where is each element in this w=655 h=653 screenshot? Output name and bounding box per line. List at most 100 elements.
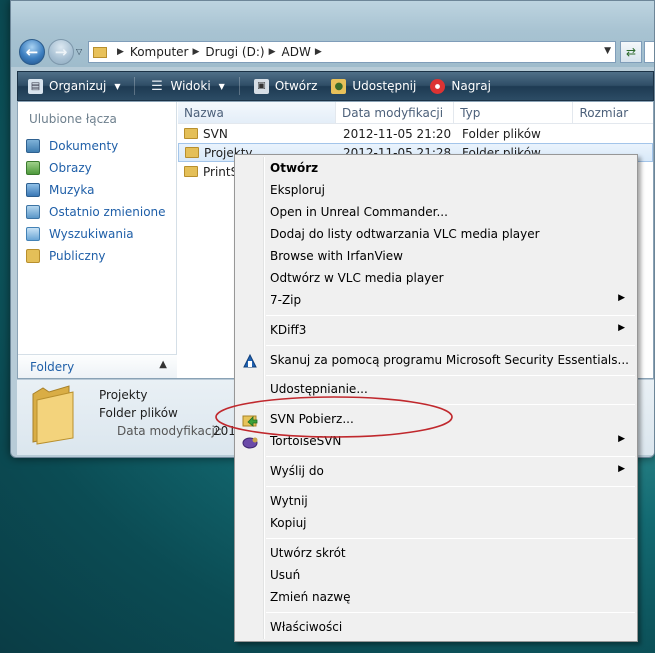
sidebar-item-label: Ostatnio zmienione (49, 205, 166, 219)
menu-item-label: Kopiuj (270, 516, 307, 530)
menu-item-kdiff3[interactable]: KDiff3 ▶ (237, 320, 635, 341)
details-item-type: Folder plików (99, 406, 178, 420)
menu-item-label: Skanuj za pomocą programu Microsoft Secu… (270, 353, 629, 367)
forward-button[interactable]: → (48, 39, 74, 65)
open-button[interactable]: ▣ Otwórz (253, 78, 317, 94)
address-bar[interactable]: ▶ Komputer ▶ Drugi (D:) ▶ ADW ▶ ▼ (88, 41, 616, 63)
chevron-down-icon: ▼ (114, 81, 121, 91)
breadcrumb-arrow-icon[interactable]: ▶ (315, 47, 322, 57)
large-folder-icon (32, 385, 74, 445)
views-label: Widoki (170, 79, 211, 93)
menu-item-cut[interactable]: Wytnij (237, 491, 635, 512)
menu-item-delete[interactable]: Usuń (237, 565, 635, 586)
views-icon: ☰ (151, 78, 163, 94)
sidebar-item-documents[interactable]: Dokumenty (26, 135, 166, 157)
table-row[interactable]: SVN 2012-11-05 21:20 Folder plików (178, 124, 653, 143)
submenu-arrow-icon: ▶ (618, 293, 625, 303)
recent-icon (26, 205, 40, 219)
sidebar-item-label: Wyszukiwania (49, 227, 134, 241)
submenu-arrow-icon: ▶ (618, 464, 625, 474)
menu-item-label: Utwórz skrót (270, 546, 346, 560)
favorite-links-list: Dokumenty Obrazy Muzyka Ostatnio zmienio… (26, 135, 166, 267)
sidebar-item-searches[interactable]: Wyszukiwania (26, 223, 166, 245)
file-name: PrintS (203, 164, 239, 179)
breadcrumb-arrow-icon[interactable]: ▶ (269, 47, 276, 57)
refresh-icon: ⇄ (625, 45, 637, 59)
sidebar-item-label: Obrazy (49, 161, 92, 175)
back-button[interactable]: ← (19, 39, 45, 65)
searches-icon (26, 227, 40, 241)
chevron-down-icon: ▼ (218, 81, 225, 91)
menu-item-send-to[interactable]: Wyślij do ▶ (237, 461, 635, 482)
annotation-ellipse (215, 396, 453, 438)
share-button[interactable]: ● Udostępnij (331, 78, 417, 94)
views-button[interactable]: ☰ Widoki ▼ (149, 78, 225, 94)
command-toolbar: ▤ Organizuj ▼ ☰ Widoki ▼ ▣ Otwórz ● Udos… (17, 71, 654, 101)
menu-item-label: Właściwości (270, 620, 343, 634)
menu-item-label: Open in Unreal Commander... (270, 205, 448, 219)
column-date-modified[interactable]: Data modyfikacji (336, 102, 455, 123)
search-input[interactable] (644, 41, 654, 63)
column-name[interactable]: Nazwa (178, 102, 336, 123)
toolbar-divider (238, 77, 240, 95)
refresh-button[interactable]: ⇄ (620, 41, 642, 63)
menu-item-create-shortcut[interactable]: Utwórz skrót (237, 543, 635, 564)
sidebar-item-music[interactable]: Muzyka (26, 179, 166, 201)
folders-label: Foldery (30, 359, 75, 374)
pictures-icon (26, 161, 40, 175)
menu-separator (266, 315, 635, 316)
file-date: 2012-11-05 21:20 (343, 126, 452, 141)
menu-item-copy[interactable]: Kopiuj (237, 513, 635, 534)
menu-item-label: Zmień nazwę (270, 590, 351, 604)
breadcrumb-item[interactable]: Drugi (D:) (205, 45, 264, 59)
menu-item-7zip[interactable]: 7-Zip ▶ (237, 290, 635, 311)
breadcrumb-arrow-icon[interactable]: ▶ (192, 47, 199, 57)
folders-toggle[interactable]: Foldery ▲ (18, 354, 177, 378)
menu-item-vlc-play[interactable]: Odtwórz w VLC media player (237, 268, 635, 289)
recent-pages-dropdown[interactable]: ▽ (76, 47, 86, 56)
public-folder-icon (26, 249, 40, 263)
burn-button[interactable]: Nagraj (430, 78, 491, 94)
burn-label: Nagraj (451, 79, 491, 93)
organize-button[interactable]: ▤ Organizuj ▼ (28, 78, 121, 94)
breadcrumb-arrow-icon[interactable]: ▶ (117, 47, 124, 57)
submenu-arrow-icon: ▶ (618, 323, 625, 333)
menu-item-open[interactable]: Otwórz (237, 158, 635, 179)
menu-item-label: KDiff3 (270, 323, 307, 337)
navigation-pane: Ulubione łącza Dokumenty Obrazy Muzyka O… (18, 102, 177, 378)
sidebar-item-pictures[interactable]: Obrazy (26, 157, 166, 179)
menu-item-label: Odtwórz w VLC media player (270, 271, 444, 285)
menu-item-label: 7-Zip (270, 293, 302, 307)
menu-item-vlc-add-playlist[interactable]: Dodaj do listy odtwarzania VLC media pla… (237, 224, 635, 245)
breadcrumb-item[interactable]: Komputer (130, 45, 189, 59)
column-size[interactable]: Rozmiar (573, 102, 653, 123)
menu-item-explore[interactable]: Eksploruj (237, 180, 635, 201)
share-icon: ● (331, 78, 347, 94)
menu-item-security-essentials-scan[interactable]: Skanuj za pomocą programu Microsoft Secu… (237, 350, 635, 371)
file-name: SVN (203, 126, 228, 141)
submenu-arrow-icon: ▶ (618, 434, 625, 444)
organize-label: Organizuj (49, 79, 107, 93)
menu-item-label: Wyślij do (270, 464, 324, 478)
sidebar-item-label: Muzyka (49, 183, 95, 197)
sidebar-item-recent[interactable]: Ostatnio zmienione (26, 201, 166, 223)
organize-icon: ▤ (28, 78, 43, 94)
breadcrumb-item[interactable]: ADW (282, 45, 311, 59)
menu-item-rename[interactable]: Zmień nazwę (237, 587, 635, 608)
toolbar-divider (134, 77, 136, 95)
menu-item-open-unreal-commander[interactable]: Open in Unreal Commander... (237, 202, 635, 223)
share-label: Udostępnij (352, 79, 417, 93)
sidebar-item-public[interactable]: Publiczny (26, 245, 166, 267)
column-type[interactable]: Typ (454, 102, 574, 123)
column-headers: Nazwa Data modyfikacji Typ Rozmiar (178, 102, 653, 124)
folder-icon (185, 146, 199, 158)
folder-icon (184, 127, 198, 139)
menu-item-irfanview[interactable]: Browse with IrfanView (237, 246, 635, 267)
security-essentials-icon (243, 353, 257, 368)
favorite-links-heading: Ulubione łącza (29, 112, 117, 126)
menu-item-properties[interactable]: Właściwości (237, 617, 635, 638)
details-item-name: Projekty (99, 388, 148, 402)
back-arrow-icon: ← (25, 43, 39, 61)
sidebar-item-label: Dokumenty (49, 139, 119, 153)
address-dropdown-icon[interactable]: ▼ (604, 46, 611, 56)
